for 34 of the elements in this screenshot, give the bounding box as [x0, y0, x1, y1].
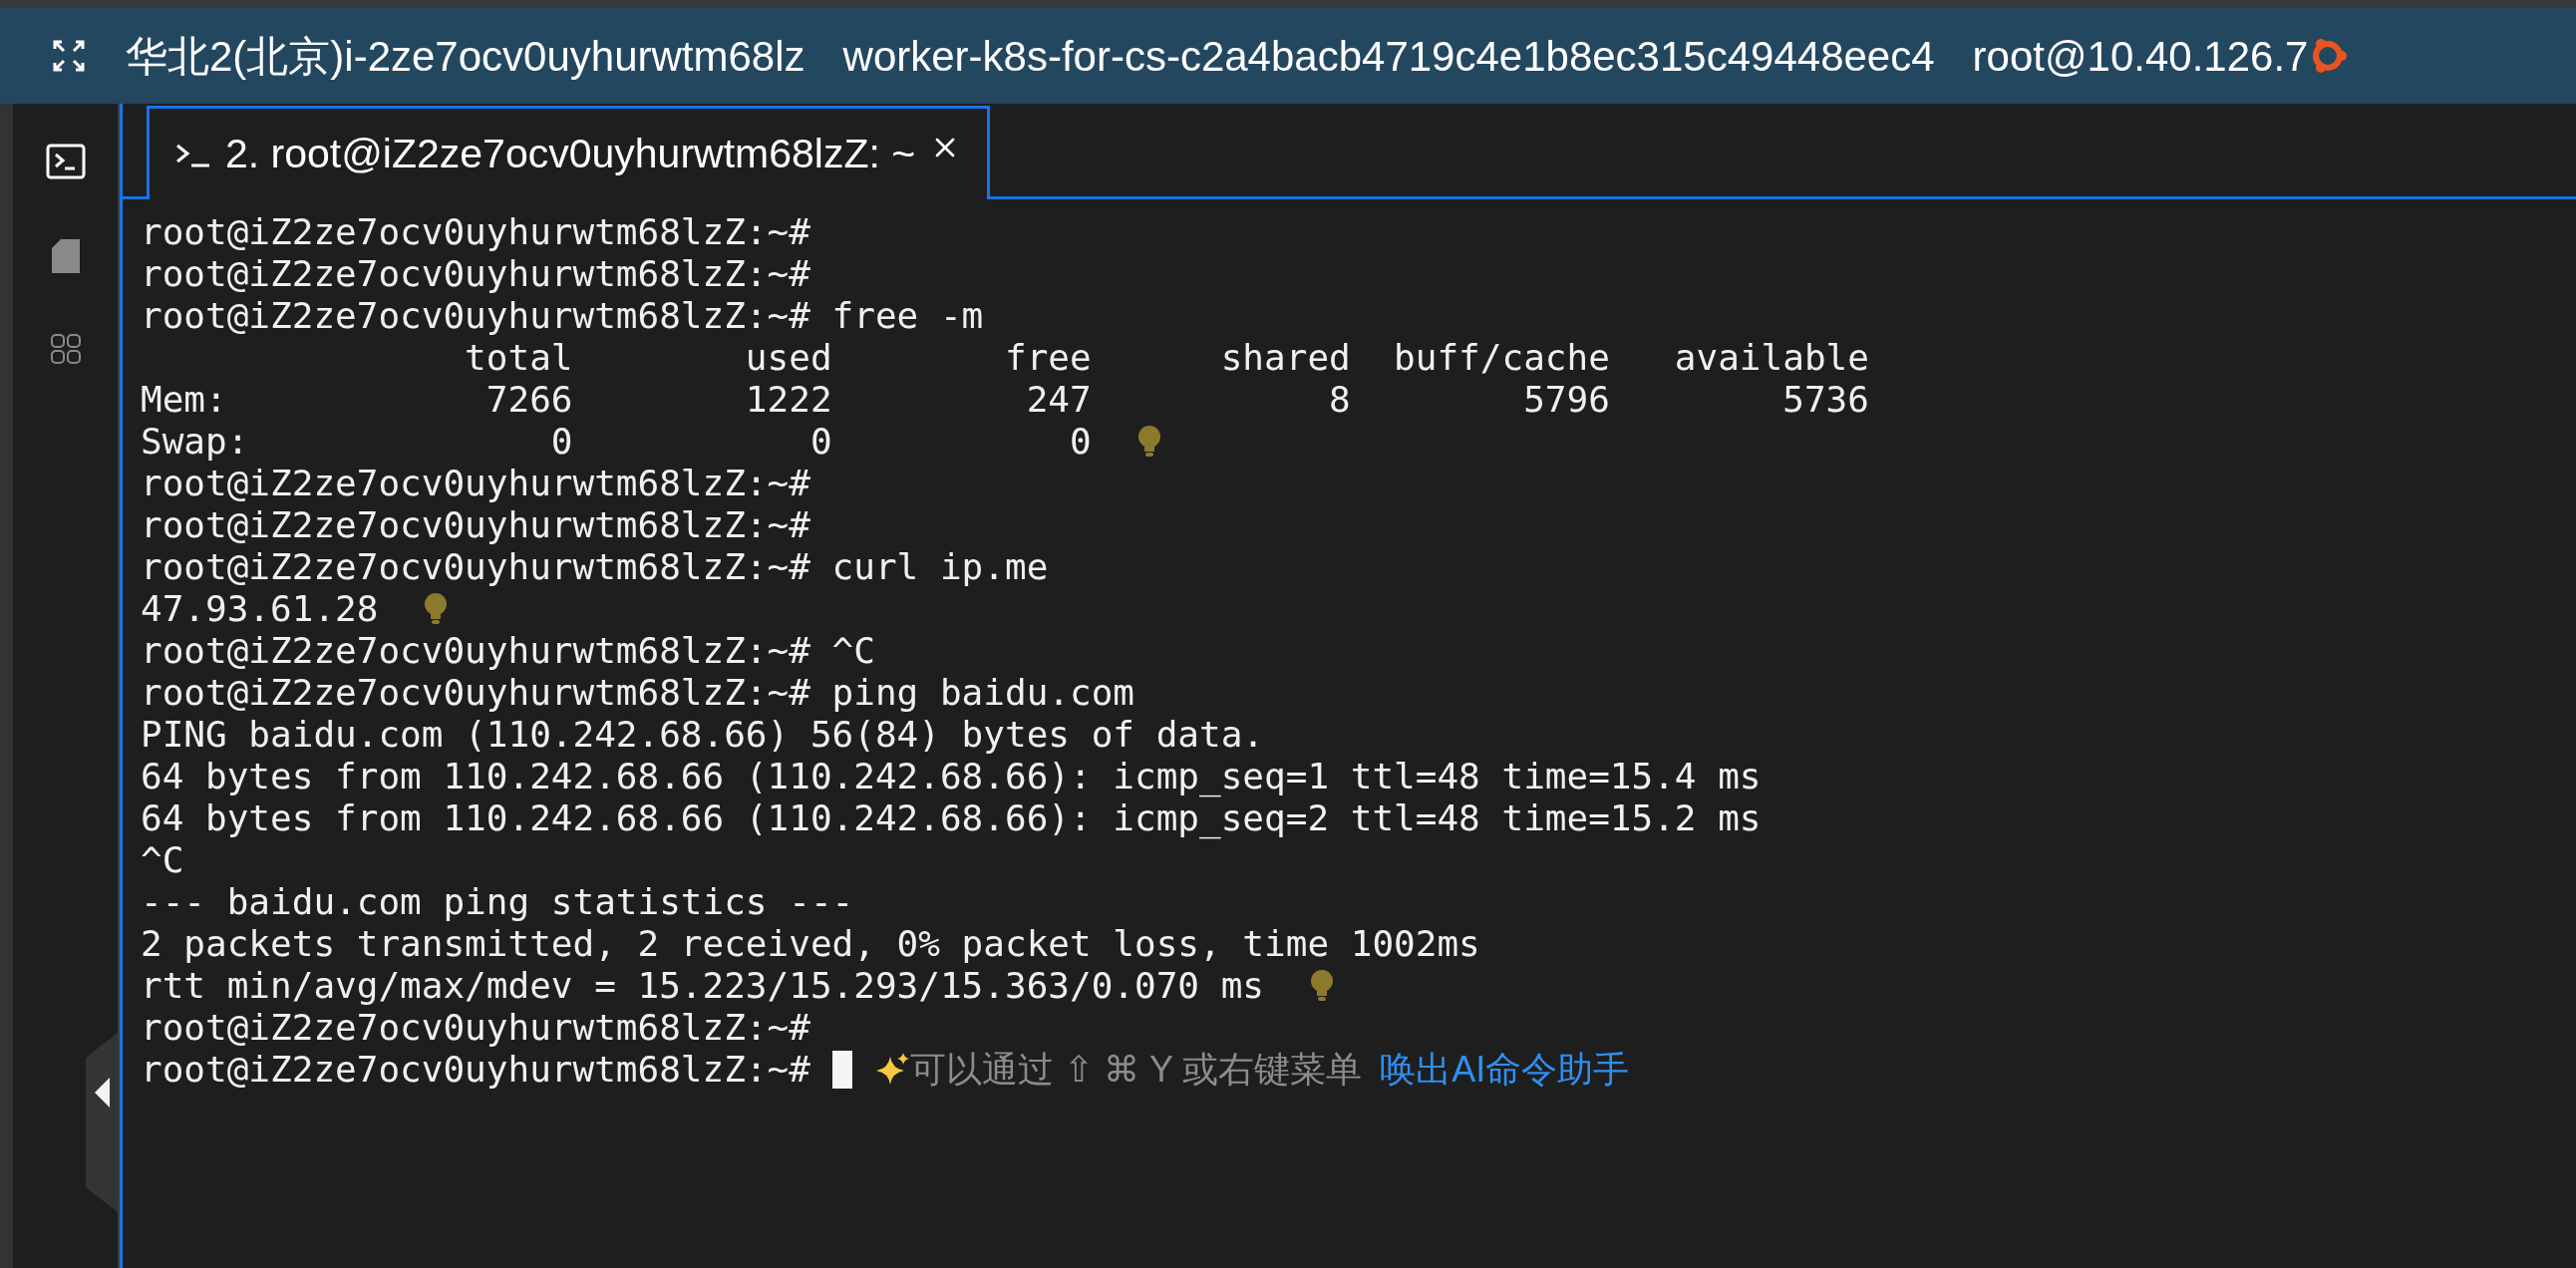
terminal-line: 64 bytes from 110.242.68.66 (110.242.68.66): icmp_seq=1 ttl=48 time=15.4 ms: [141, 756, 1762, 797]
terminal-line: 64 bytes from 110.242.68.66 (110.242.68.66): icmp_seq=2 ttl=48 time=15.2 ms: [141, 797, 1762, 839]
terminal-line: 47.93.61.28: [141, 588, 379, 630]
fullscreen-icon[interactable]: [52, 39, 86, 73]
terminal-line: 2 packets transmitted, 2 received, 0% packet loss, time 1002ms: [141, 923, 1480, 965]
terminal-line: PING baidu.com (110.242.68.66) 56(84) bytes of data.: [141, 714, 1265, 756]
ai-assistant-link[interactable]: 唤出AI命令助手: [1380, 1049, 1630, 1091]
worker-label: worker-k8s-for-cs-c2a4bacb4719c4e1b8ec315c49448eec4: [842, 31, 1935, 82]
terminal-line: ^C: [141, 839, 184, 881]
grid-icon[interactable]: [49, 333, 82, 365]
terminal-line: root@iZ2ze7ocv0uyhurwtm68lzZ:~#: [141, 504, 810, 546]
region-label: 华北2(北京)i-2ze7ocv0uyhurwtm68lz: [126, 31, 805, 82]
terminal-line: root@iZ2ze7ocv0uyhurwtm68lzZ:~#: [141, 211, 810, 253]
terminal-line: rtt min/avg/max/mdev = 15.223/15.293/15.363/0.070 ms: [141, 965, 1265, 1007]
terminal-line: --- baidu.com ping statistics ---: [141, 881, 854, 923]
terminal-line: root@iZ2ze7ocv0uyhurwtm68lzZ:~#: [141, 463, 810, 504]
file-icon[interactable]: [51, 239, 80, 273]
terminal-line: root@iZ2ze7ocv0uyhurwtm68lzZ:~# ping baidu.com: [141, 672, 1134, 714]
ai-hint-text: 可以通过 ⇧ ⌘ Y 或右键菜单: [909, 1049, 1363, 1091]
tab-label: 2. root@iZ2ze7ocv0uyhurwtm68lzZ: ~: [225, 129, 916, 178]
terminal-line: root@iZ2ze7ocv0uyhurwtm68lzZ:~#: [141, 253, 810, 295]
login-label: root@10.40.126.7: [1972, 31, 2309, 82]
terminal-line: Swap: 0 0 0: [141, 421, 1092, 463]
collapse-handle[interactable]: [86, 1033, 118, 1212]
terminal-line: root@iZ2ze7ocv0uyhurwtm68lzZ:~# curl ip.me: [141, 546, 1049, 588]
terminal-tab[interactable]: 2. root@iZ2ze7ocv0uyhurwtm68lzZ: ~: [147, 106, 991, 199]
terminal-icon[interactable]: [45, 144, 86, 179]
text-cursor: [831, 1051, 852, 1089]
terminal-line: total used free shared buff/cache available: [464, 337, 1869, 379]
terminal-line: Mem: 7266 1222 247 8 5796 5736: [141, 379, 1869, 421]
terminal-line: root@iZ2ze7ocv0uyhurwtm68lzZ:~# free -m: [141, 295, 984, 337]
terminal-line: root@iZ2ze7ocv0uyhurwtm68lzZ:~#: [141, 1007, 810, 1049]
terminal-line: root@iZ2ze7ocv0uyhurwtm68lzZ:~# ^C: [141, 630, 875, 672]
terminal-prompt: root@iZ2ze7ocv0uyhurwtm68lzZ:~#: [141, 1049, 810, 1091]
